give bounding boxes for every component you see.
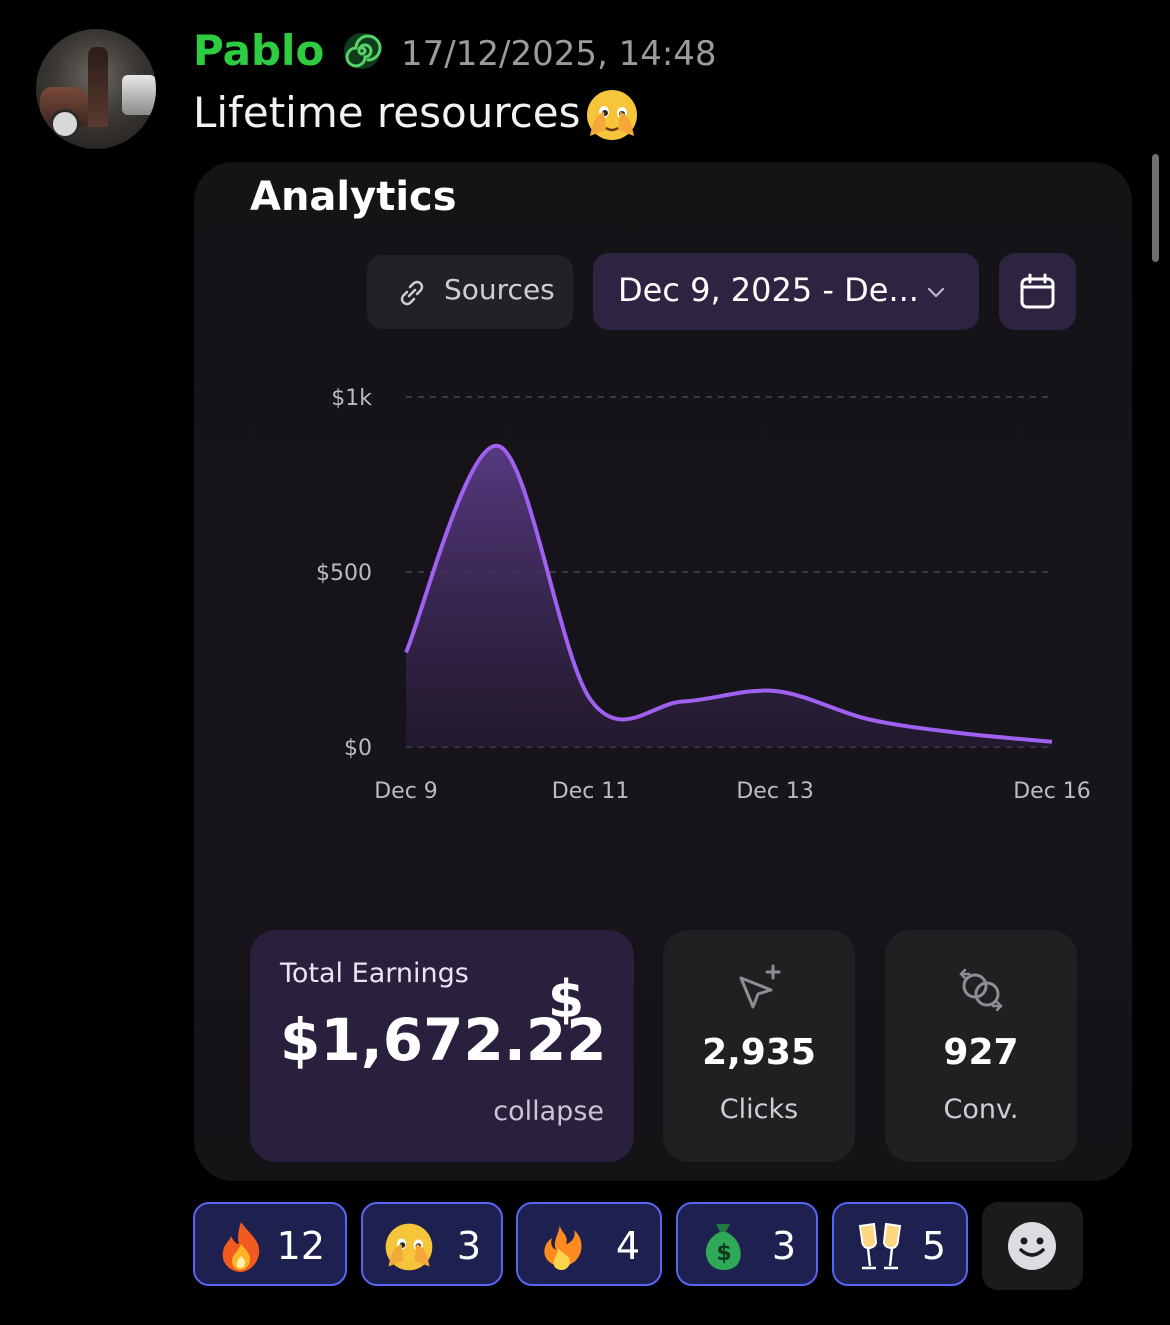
- x-tick-label: Dec 16: [1013, 779, 1091, 804]
- chevron-down-icon: [927, 287, 945, 298]
- link-icon: [400, 280, 424, 306]
- y-tick-label: $1k: [331, 386, 372, 411]
- avatar[interactable]: [36, 29, 156, 149]
- smiley-add-reaction-icon: [1008, 1222, 1056, 1270]
- reaction-peeking-face[interactable]: 3: [361, 1202, 503, 1286]
- avatar-car-right: [122, 75, 156, 115]
- svg-text:$: $: [716, 1241, 731, 1266]
- date-range-dropdown[interactable]: Dec 9, 2025 - De...: [593, 253, 979, 330]
- reaction-count: 3: [771, 1224, 796, 1268]
- conversions-card[interactable]: 927 Conv.: [885, 930, 1077, 1162]
- sources-button[interactable]: Sources: [367, 255, 573, 329]
- reaction-count: 5: [921, 1224, 946, 1268]
- scrollbar[interactable]: [1152, 154, 1159, 262]
- reaction-count: 3: [456, 1224, 481, 1268]
- x-tick-label: Dec 11: [552, 779, 630, 804]
- total-earnings-card[interactable]: Total Earnings $1,672.22 $ collapse: [250, 930, 634, 1162]
- earnings-area-chart: $1k $500 $0 Dec 9 Dec 11 Dec 13 Dec 16: [316, 386, 1091, 804]
- clicks-card[interactable]: 2,935 Clicks: [663, 930, 855, 1162]
- flame-swirl-icon: [544, 1222, 582, 1270]
- message-text: Lifetime resources: [193, 88, 581, 137]
- reaction-money-bag[interactable]: $ 3: [676, 1202, 818, 1286]
- reaction-fire[interactable]: 12: [193, 1202, 347, 1286]
- earnings-title: Total Earnings: [280, 958, 469, 989]
- clinking-glasses-icon: [858, 1222, 902, 1270]
- conversion-rings-icon: [959, 968, 1003, 1012]
- discord-message-view: Pablo 17/12/2025, 14:48 Lifetime resourc…: [0, 0, 1170, 1325]
- reaction-count: 12: [276, 1224, 325, 1268]
- collapse-link[interactable]: collapse: [493, 1096, 604, 1127]
- reaction-count: 4: [615, 1224, 640, 1268]
- clicks-label: Clicks: [719, 1094, 799, 1125]
- username[interactable]: Pablo: [193, 26, 324, 75]
- spiral-badge-icon[interactable]: [341, 30, 383, 72]
- timestamp: 17/12/2025, 14:48: [401, 34, 717, 74]
- calendar-button[interactable]: [999, 253, 1076, 330]
- analytics-card: Analytics Sources Dec 9, 2025 - De... $1…: [194, 162, 1132, 1181]
- card-title: Analytics: [250, 174, 457, 220]
- series-area: [406, 445, 1052, 747]
- x-tick-label: Dec 13: [736, 779, 814, 804]
- x-tick-label: Dec 9: [374, 779, 438, 804]
- date-range-label: Dec 9, 2025 - De...: [618, 271, 919, 309]
- conversions-label: Conv.: [943, 1094, 1019, 1125]
- y-tick-label: $500: [316, 561, 372, 586]
- conversions-value: 927: [943, 1032, 1019, 1073]
- add-reaction-button[interactable]: [982, 1202, 1083, 1290]
- reaction-flame-swirl[interactable]: 4: [516, 1202, 662, 1286]
- calendar-icon: [1020, 273, 1055, 309]
- avatar-wheel: [50, 109, 80, 139]
- money-bag-green-icon: $: [705, 1224, 741, 1270]
- reaction-clinking-glasses[interactable]: 5: [832, 1202, 968, 1286]
- fire-icon: [222, 1222, 260, 1272]
- cursor-click-icon: [739, 964, 781, 1009]
- sources-label: Sources: [444, 273, 555, 306]
- dollar-icon: $: [548, 970, 585, 1030]
- avatar-figure: [88, 47, 108, 127]
- y-tick-label: $0: [344, 736, 372, 761]
- clicks-value: 2,935: [702, 1032, 816, 1073]
- peeking-face-emoji-icon: [385, 1223, 433, 1271]
- peeking-face-emoji-icon: [587, 90, 637, 140]
